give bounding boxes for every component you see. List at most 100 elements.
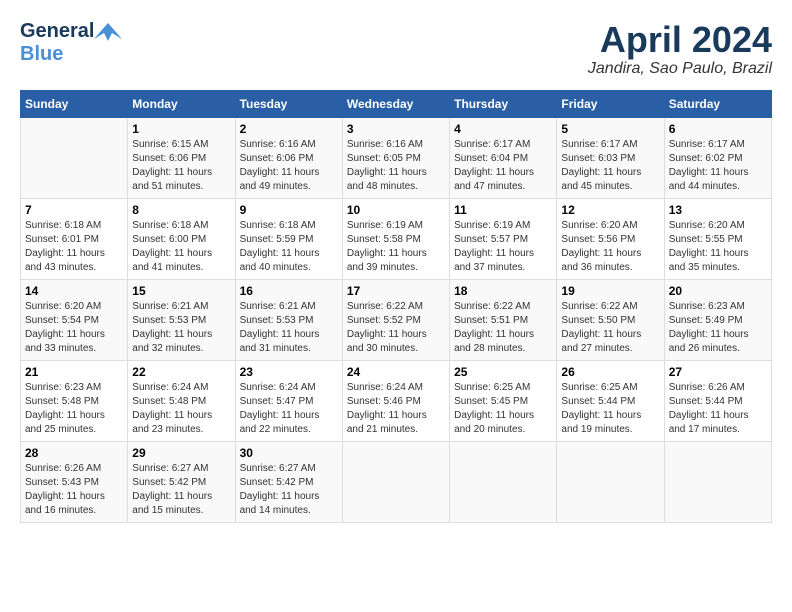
- day-number: 9: [240, 203, 338, 217]
- day-number: 7: [25, 203, 123, 217]
- day-number: 21: [25, 365, 123, 379]
- calendar-cell: [342, 441, 449, 522]
- calendar-cell: 18 Sunrise: 6:22 AMSunset: 5:51 PMDayligh…: [450, 279, 557, 360]
- day-number: 11: [454, 203, 552, 217]
- calendar-cell: [21, 117, 128, 198]
- day-number: 19: [561, 284, 659, 298]
- week-row-5: 28 Sunrise: 6:26 AMSunset: 5:43 PMDayligh…: [21, 441, 772, 522]
- calendar-cell: 13 Sunrise: 6:20 AMSunset: 5:55 PMDayligh…: [664, 198, 771, 279]
- day-info: Sunrise: 6:20 AMSunset: 5:55 PMDaylight:…: [669, 219, 767, 275]
- week-row-4: 21 Sunrise: 6:23 AMSunset: 5:48 PMDayligh…: [21, 360, 772, 441]
- col-tuesday: Tuesday: [235, 90, 342, 117]
- day-number: 16: [240, 284, 338, 298]
- day-number: 10: [347, 203, 445, 217]
- calendar-cell: 28 Sunrise: 6:26 AMSunset: 5:43 PMDayligh…: [21, 441, 128, 522]
- day-number: 23: [240, 365, 338, 379]
- day-number: 2: [240, 122, 338, 136]
- col-saturday: Saturday: [664, 90, 771, 117]
- day-number: 6: [669, 122, 767, 136]
- day-info: Sunrise: 6:24 AMSunset: 5:46 PMDaylight:…: [347, 381, 445, 437]
- calendar-cell: 7 Sunrise: 6:18 AMSunset: 6:01 PMDaylight…: [21, 198, 128, 279]
- day-info: Sunrise: 6:18 AMSunset: 6:00 PMDaylight:…: [132, 219, 230, 275]
- calendar-cell: 25Sunrise: 6:25 AMSunset: 5:45 PMDayligh…: [450, 360, 557, 441]
- day-number: 5: [561, 122, 659, 136]
- calendar-cell: [450, 441, 557, 522]
- calendar-cell: 24 Sunrise: 6:24 AMSunset: 5:46 PMDayligh…: [342, 360, 449, 441]
- calendar-cell: 23 Sunrise: 6:24 AMSunset: 5:47 PMDayligh…: [235, 360, 342, 441]
- day-info: Sunrise: 6:18 AMSunset: 5:59 PMDaylight:…: [240, 219, 338, 275]
- day-info: Sunrise: 6:22 AMSunset: 5:51 PMDaylight:…: [454, 300, 552, 356]
- calendar-table: Sunday Monday Tuesday Wednesday Thursday…: [20, 90, 772, 523]
- day-info: Sunrise: 6:21 AMSunset: 5:53 PMDaylight:…: [132, 300, 230, 356]
- day-number: 4: [454, 122, 552, 136]
- calendar-cell: 9 Sunrise: 6:18 AMSunset: 5:59 PMDaylight…: [235, 198, 342, 279]
- calendar-cell: 20Sunrise: 6:23 AMSunset: 5:49 PMDayligh…: [664, 279, 771, 360]
- day-info: Sunrise: 6:27 AMSunset: 5:42 PMDaylight:…: [132, 462, 230, 518]
- day-info: Sunrise: 6:24 AMSunset: 5:47 PMDaylight:…: [240, 381, 338, 437]
- day-info: Sunrise: 6:16 AMSunset: 6:05 PMDaylight:…: [347, 138, 445, 194]
- day-number: 28: [25, 446, 123, 460]
- day-info: Sunrise: 6:27 AMSunset: 5:42 PMDaylight:…: [240, 462, 338, 518]
- day-info: Sunrise: 6:23 AMSunset: 5:49 PMDaylight:…: [669, 300, 767, 356]
- calendar-cell: 29 Sunrise: 6:27 AMSunset: 5:42 PMDayligh…: [128, 441, 235, 522]
- day-number: 1: [132, 122, 230, 136]
- calendar-cell: 21 Sunrise: 6:23 AMSunset: 5:48 PMDayligh…: [21, 360, 128, 441]
- calendar-cell: 30 Sunrise: 6:27 AMSunset: 5:42 PMDayligh…: [235, 441, 342, 522]
- day-number: 22: [132, 365, 230, 379]
- day-number: 3: [347, 122, 445, 136]
- day-info: Sunrise: 6:25 AMSunset: 5:45 PMDaylight:…: [454, 381, 552, 437]
- calendar-cell: 14 Sunrise: 6:20 AMSunset: 5:54 PMDayligh…: [21, 279, 128, 360]
- day-info: Sunrise: 6:19 AMSunset: 5:57 PMDaylight:…: [454, 219, 552, 275]
- logo-bird-icon: [94, 21, 122, 43]
- day-number: 13: [669, 203, 767, 217]
- col-sunday: Sunday: [21, 90, 128, 117]
- day-info: Sunrise: 6:23 AMSunset: 5:48 PMDaylight:…: [25, 381, 123, 437]
- day-number: 29: [132, 446, 230, 460]
- month-title: April 2024: [588, 20, 772, 60]
- day-number: 30: [240, 446, 338, 460]
- calendar-cell: 8 Sunrise: 6:18 AMSunset: 6:00 PMDaylight…: [128, 198, 235, 279]
- day-number: 17: [347, 284, 445, 298]
- calendar-cell: 17Sunrise: 6:22 AMSunset: 5:52 PMDayligh…: [342, 279, 449, 360]
- day-number: 26: [561, 365, 659, 379]
- calendar-cell: 16Sunrise: 6:21 AMSunset: 5:53 PMDayligh…: [235, 279, 342, 360]
- calendar-cell: 22 Sunrise: 6:24 AMSunset: 5:48 PMDayligh…: [128, 360, 235, 441]
- day-number: 12: [561, 203, 659, 217]
- calendar-cell: 6 Sunrise: 6:17 AMSunset: 6:02 PMDaylight…: [664, 117, 771, 198]
- col-wednesday: Wednesday: [342, 90, 449, 117]
- day-info: Sunrise: 6:26 AMSunset: 5:43 PMDaylight:…: [25, 462, 123, 518]
- calendar-cell: [557, 441, 664, 522]
- day-info: Sunrise: 6:22 AMSunset: 5:50 PMDaylight:…: [561, 300, 659, 356]
- logo-wrapper: General: [20, 20, 122, 43]
- calendar-cell: 27 Sunrise: 6:26 AMSunset: 5:44 PMDayligh…: [664, 360, 771, 441]
- day-info: Sunrise: 6:24 AMSunset: 5:48 PMDaylight:…: [132, 381, 230, 437]
- day-number: 14: [25, 284, 123, 298]
- day-number: 27: [669, 365, 767, 379]
- calendar-cell: 10 Sunrise: 6:19 AMSunset: 5:58 PMDayligh…: [342, 198, 449, 279]
- day-info: Sunrise: 6:20 AMSunset: 5:56 PMDaylight:…: [561, 219, 659, 275]
- calendar-cell: [664, 441, 771, 522]
- header: General Blue April 2024 Jandira, Sao Pau…: [20, 20, 772, 78]
- day-number: 15: [132, 284, 230, 298]
- day-number: 8: [132, 203, 230, 217]
- day-info: Sunrise: 6:19 AMSunset: 5:58 PMDaylight:…: [347, 219, 445, 275]
- day-info: Sunrise: 6:15 AMSunset: 6:06 PMDaylight:…: [132, 138, 230, 194]
- day-info: Sunrise: 6:18 AMSunset: 6:01 PMDaylight:…: [25, 219, 123, 275]
- calendar-body: 1 Sunrise: 6:15 AMSunset: 6:06 PMDaylight…: [21, 117, 772, 522]
- calendar-cell: 12 Sunrise: 6:20 AMSunset: 5:56 PMDayligh…: [557, 198, 664, 279]
- col-friday: Friday: [557, 90, 664, 117]
- location-text: Jandira, Sao Paulo, Brazil: [588, 60, 772, 78]
- logo-blue-text: Blue: [20, 43, 63, 66]
- day-number: 24: [347, 365, 445, 379]
- week-row-3: 14 Sunrise: 6:20 AMSunset: 5:54 PMDayligh…: [21, 279, 772, 360]
- day-info: Sunrise: 6:20 AMSunset: 5:54 PMDaylight:…: [25, 300, 123, 356]
- calendar-cell: 11 Sunrise: 6:19 AMSunset: 5:57 PMDayligh…: [450, 198, 557, 279]
- day-info: Sunrise: 6:17 AMSunset: 6:02 PMDaylight:…: [669, 138, 767, 194]
- calendar-header: Sunday Monday Tuesday Wednesday Thursday…: [21, 90, 772, 117]
- day-number: 18: [454, 284, 552, 298]
- page-container: General Blue April 2024 Jandira, Sao Pau…: [0, 0, 792, 533]
- calendar-cell: 1 Sunrise: 6:15 AMSunset: 6:06 PMDaylight…: [128, 117, 235, 198]
- day-info: Sunrise: 6:26 AMSunset: 5:44 PMDaylight:…: [669, 381, 767, 437]
- week-row-1: 1 Sunrise: 6:15 AMSunset: 6:06 PMDaylight…: [21, 117, 772, 198]
- title-area: April 2024 Jandira, Sao Paulo, Brazil: [588, 20, 772, 78]
